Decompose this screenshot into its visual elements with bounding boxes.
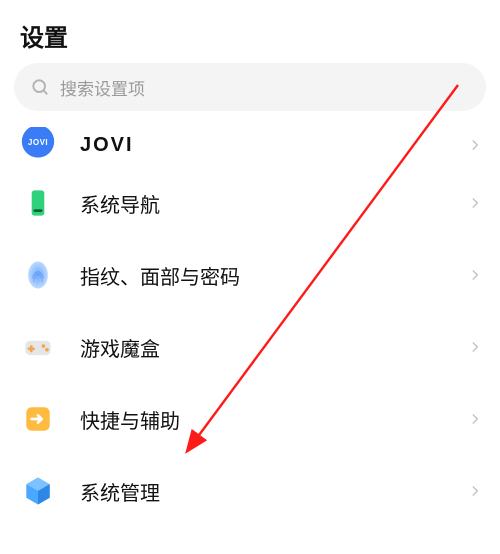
- settings-item-label: JOVI: [80, 134, 468, 157]
- chevron-right-icon: [468, 268, 482, 282]
- settings-item-label: 指纹、面部与密码: [80, 261, 468, 290]
- settings-item-game-box[interactable]: 游戏魔盒: [0, 311, 500, 383]
- chevron-right-icon: [468, 196, 482, 210]
- settings-item-system-management[interactable]: 系统管理: [0, 455, 500, 527]
- settings-list: JOVI JOVI 系统导航: [0, 123, 500, 527]
- gamepad-icon: [18, 327, 58, 367]
- settings-item-label: 系统导航: [80, 189, 468, 218]
- navigation-icon: [18, 183, 58, 223]
- settings-item-jovi[interactable]: JOVI JOVI: [0, 123, 500, 167]
- chevron-right-icon: [468, 138, 482, 152]
- search-icon: [30, 77, 50, 97]
- settings-item-label: 系统管理: [80, 477, 468, 506]
- jovi-icon: JOVI: [18, 131, 58, 159]
- search-placeholder: 搜索设置项: [60, 75, 145, 100]
- system-management-icon: [18, 471, 58, 511]
- settings-item-label: 快捷与辅助: [80, 405, 468, 434]
- fingerprint-icon: [18, 255, 58, 295]
- page-title: 设置: [0, 0, 500, 63]
- chevron-right-icon: [468, 484, 482, 498]
- search-input[interactable]: 搜索设置项: [14, 63, 486, 111]
- settings-item-fingerprint-face-password[interactable]: 指纹、面部与密码: [0, 239, 500, 311]
- shortcut-icon: [18, 399, 58, 439]
- chevron-right-icon: [468, 340, 482, 354]
- settings-item-label: 游戏魔盒: [80, 333, 468, 362]
- chevron-right-icon: [468, 412, 482, 426]
- settings-item-system-navigation[interactable]: 系统导航: [0, 167, 500, 239]
- svg-text:JOVI: JOVI: [28, 138, 48, 147]
- settings-item-shortcuts-accessibility[interactable]: 快捷与辅助: [0, 383, 500, 455]
